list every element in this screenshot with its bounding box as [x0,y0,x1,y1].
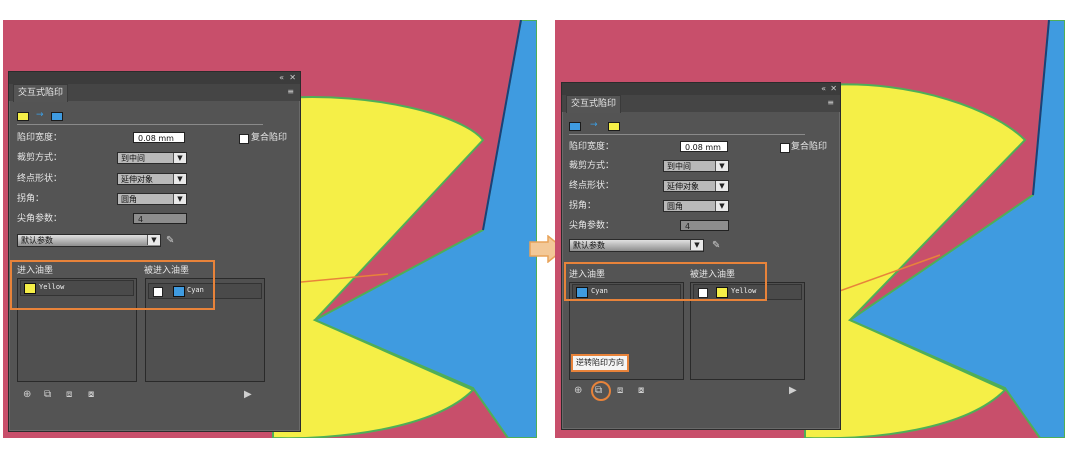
trap-width-input[interactable]: 0.08 mm [133,132,185,143]
end-shape-value: 延伸对象 [121,175,153,184]
after-screenshot: « ✕ 交互式陷印 ≡ → 陷印宽度： 0.08 mm 复合陷印 裁剪方式： 到… [555,20,1065,438]
chevron-down-icon[interactable]: ▼ [715,161,728,171]
zoom-icon[interactable]: ⊕ [574,386,582,396]
swatch-to-yellow-icon [608,122,620,131]
chevron-down-icon[interactable]: ▼ [173,174,186,184]
zoom-icon[interactable]: ⊕ [23,390,31,400]
overprint-label: 复合陷印 [251,133,288,143]
divider [569,134,805,135]
end-shape-label: 终点形状： [17,174,63,184]
cut-style-value: 到中间 [121,154,145,163]
no-trap-icon[interactable]: ⧇ [88,390,94,400]
divider [17,124,263,125]
before-screenshot: « ✕ 交互式陷印 ≡ → 陷印宽度： 0.08 mm 复合陷印 裁剪方式： 到… [3,20,537,438]
chevron-down-icon[interactable]: ▼ [715,201,728,211]
play-icon[interactable]: ▶ [789,386,797,396]
miter-label: 尖角参数： [17,214,63,224]
tab-interactive-trap[interactable]: 交互式陷印 [13,84,69,102]
end-shape-value: 延伸对象 [667,182,699,191]
cut-style-label: 裁剪方式： [17,153,63,163]
miter-label: 尖角参数： [569,221,615,231]
ink-highlight-box [10,260,215,310]
cut-style-value: 到中间 [667,162,691,171]
edit-preset-icon[interactable]: ✎ [712,241,720,251]
panel-menu-icon[interactable]: ≡ [287,87,294,96]
overprint-checkbox[interactable] [780,143,790,153]
chevron-down-icon[interactable]: ▼ [147,235,160,245]
collapse-icon[interactable]: « [821,84,826,94]
trap-panel-after: « ✕ 交互式陷印 ≡ → 陷印宽度： 0.08 mm 复合陷印 裁剪方式： 到… [561,82,841,430]
reverse-trap-highlight-circle [591,381,611,401]
corner-label: 拐角： [569,201,597,211]
swatch-from-blue-icon [569,122,581,131]
corner-value: 圆角 [667,202,683,211]
chevron-down-icon[interactable]: ▼ [715,181,728,191]
chevron-down-icon[interactable]: ▼ [690,240,703,250]
trap-width-label: 陷印宽度： [17,133,63,143]
end-shape-select[interactable]: 延伸对象 ▼ [117,173,187,185]
close-icon[interactable]: ✕ [289,73,296,83]
panel-titlebar[interactable] [9,72,300,84]
preset-value: 默认参数 [573,241,605,250]
swatch-to-blue-icon [51,112,63,121]
tab-interactive-trap[interactable]: 交互式陷印 [566,95,622,113]
preset-value: 默认参数 [21,236,53,245]
cut-style-select[interactable]: 到中间 ▼ [117,152,187,164]
swatch-from-yellow-icon [17,112,29,121]
edit-preset-icon[interactable]: ✎ [166,236,174,246]
corner-label: 拐角： [17,194,45,204]
preset-select[interactable]: 默认参数 ▼ [569,239,704,252]
trap-width-input[interactable]: 0.08 mm [680,141,728,152]
collapse-icon[interactable]: « [279,73,284,83]
miter-input[interactable]: 4 [680,220,729,231]
corner-select[interactable]: 圆角 ▼ [663,200,729,212]
overprint-checkbox[interactable] [239,134,249,144]
arrow-right-icon: → [36,110,44,120]
arrow-right-icon: → [590,120,598,130]
panel-menu-icon[interactable]: ≡ [827,98,834,107]
preset-select[interactable]: 默认参数 ▼ [17,234,161,247]
chevron-down-icon[interactable]: ▼ [173,194,186,204]
overprint-label: 复合陷印 [791,142,828,152]
corner-select[interactable]: 圆角 ▼ [117,193,187,205]
close-icon[interactable]: ✕ [830,84,837,94]
default-trap-icon[interactable]: ⧈ [66,390,72,400]
trap-width-label: 陷印宽度： [569,142,615,152]
reverse-trap-tooltip: 逆转陷印方向 [571,354,629,372]
reverse-trap-icon[interactable]: ⧉ [44,390,51,400]
cut-style-select[interactable]: 到中间 ▼ [663,160,729,172]
cut-style-label: 裁剪方式： [569,161,615,171]
chevron-down-icon[interactable]: ▼ [173,153,186,163]
no-trap-icon[interactable]: ⧇ [638,386,644,396]
corner-value: 圆角 [121,195,137,204]
default-trap-icon[interactable]: ⧈ [617,386,623,396]
miter-input[interactable]: 4 [133,213,187,224]
play-icon[interactable]: ▶ [244,390,252,400]
trap-panel-before: « ✕ 交互式陷印 ≡ → 陷印宽度： 0.08 mm 复合陷印 裁剪方式： 到… [8,71,301,432]
panel-titlebar[interactable] [562,83,840,95]
end-shape-label: 终点形状： [569,181,615,191]
ink-highlight-box [564,262,767,301]
end-shape-select[interactable]: 延伸对象 ▼ [663,180,729,192]
